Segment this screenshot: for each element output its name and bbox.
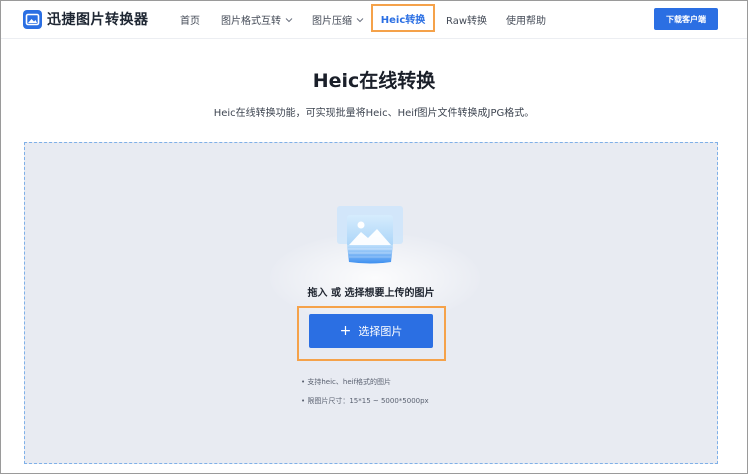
nav-help-label: 使用帮助 (506, 16, 546, 27)
download-client-button[interactable]: 下载客户端 (654, 8, 718, 30)
select-image-label: 选择图片 (358, 325, 403, 338)
upload-dropzone[interactable]: 拖入 或 选择想要上传的图片 + 选择图片 • 支持heic、heif格式的图片… (24, 142, 718, 464)
nav-compress[interactable]: 图片压缩 (312, 12, 364, 27)
chevron-down-icon (356, 17, 364, 22)
page-title: Heic在线转换 (312, 70, 436, 92)
nav-format-convert[interactable]: 图片格式互转 (221, 12, 293, 27)
nav-heic-label: Heic转换 (380, 14, 426, 26)
chevron-down-icon (285, 17, 293, 22)
drop-hint: 拖入 或 选择想要上传的图片 (307, 288, 435, 299)
nav-raw[interactable]: Raw转换 (446, 12, 487, 27)
image-upload-illustration (337, 206, 403, 264)
nav-heic[interactable]: Heic转换 (371, 4, 435, 32)
nav-format-convert-label: 图片格式互转 (221, 16, 281, 27)
nav-help[interactable]: 使用帮助 (506, 12, 546, 27)
select-image-button[interactable]: + 选择图片 (309, 314, 433, 348)
nav-raw-label: Raw转换 (446, 16, 488, 27)
requirement-size: • 限图片尺寸：15*15 ~ 5000*5000px (301, 397, 429, 405)
top-navbar: 迅捷图片转换器 首页 图片格式互转 图片压缩 Heic转换 Raw转换 使用帮助… (1, 1, 747, 39)
logo-icon (23, 9, 42, 29)
logo-text: 迅捷图片转换器 (47, 12, 149, 28)
plus-icon: + (339, 323, 352, 339)
requirement-format: • 支持heic、heif格式的图片 (301, 378, 392, 386)
nav-compress-label: 图片压缩 (312, 16, 352, 27)
logo[interactable]: 迅捷图片转换器 (23, 9, 149, 29)
nav-home[interactable]: 首页 (180, 12, 200, 27)
page-subtitle: Heic在线转换功能，可实现批量将Heic、Heif图片文件转换成JPG格式。 (213, 108, 535, 119)
nav-home-label: 首页 (180, 16, 200, 27)
